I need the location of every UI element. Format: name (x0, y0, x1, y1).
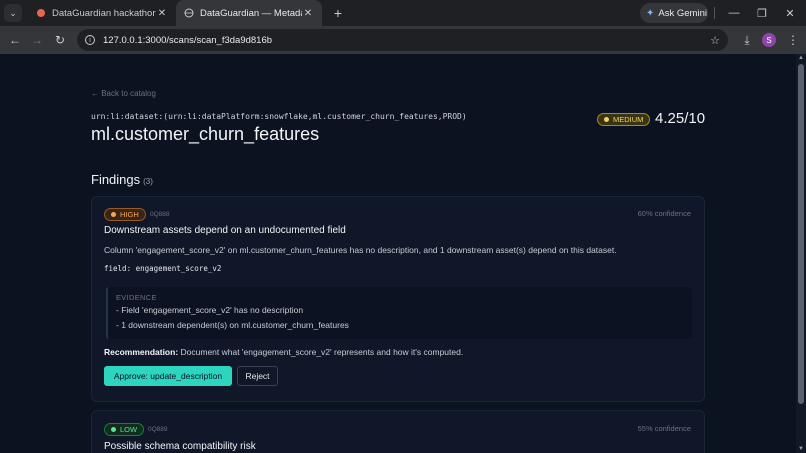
site-info-icon[interactable]: i (85, 35, 95, 45)
finding-severity-badge: HIGH (104, 208, 146, 221)
evidence-box: EVIDENCE - Field 'engagement_score_v2' h… (106, 287, 692, 339)
evidence-item: - 1 downstream dependent(s) on ml.custom… (116, 320, 349, 330)
finding-card: LOW 0Q889 55% confidence Possible schema… (91, 410, 705, 453)
back-arrow-icon[interactable]: ← (4, 29, 26, 51)
severity-badge: MEDIUM (597, 113, 651, 126)
globe-icon (184, 8, 194, 18)
restore-icon[interactable]: ❐ (748, 0, 776, 26)
finding-id: 0Q888 (150, 211, 170, 218)
recommendation-label: Recommendation: (104, 347, 179, 357)
address-bar[interactable]: i 127.0.0.1:3000/scans/scan_f3da9d816b ☆ (77, 29, 728, 51)
scroll-up-icon[interactable]: ▲ (797, 55, 805, 61)
finding-description: Column 'engagement_score_v2' on ml.custo… (104, 245, 617, 255)
new-tab-plus-icon[interactable]: + (328, 5, 348, 21)
forward-arrow-icon[interactable]: → (26, 29, 48, 51)
finding-id: 0Q889 (148, 426, 168, 433)
ask-gemini-button[interactable]: ✦ Ask Gemini (640, 3, 708, 23)
scroll-down-icon[interactable]: ▼ (797, 446, 805, 452)
finding-confidence: 55% confidence (637, 424, 691, 433)
findings-title: Findings (91, 172, 141, 187)
reload-icon[interactable]: ↻ (49, 29, 71, 51)
star-burst-icon (37, 9, 45, 17)
kebab-menu-icon[interactable]: ⋮ (782, 29, 804, 51)
dataset-urn: urn:li:dataset:(urn:li:dataPlatform:snow… (91, 112, 467, 121)
divider (714, 7, 715, 19)
tab-title: DataGuardian — Metadata-Aw (200, 7, 302, 19)
recommendation-text: Document what 'engagement_score_v2' repr… (178, 347, 464, 357)
bookmark-star-icon[interactable]: ☆ (710, 34, 720, 47)
severity-dot-icon (111, 212, 116, 217)
browser-tab-bar: ⌄ DataGuardian hackathon proje ✕ DataGua… (0, 0, 806, 26)
finding-card: HIGH 0Q888 60% confidence Downstream ass… (91, 196, 705, 402)
window-close-icon[interactable]: ✕ (776, 0, 804, 26)
page-scrollbar[interactable]: ▲ ▼ (796, 54, 806, 453)
close-icon[interactable]: ✕ (156, 8, 168, 19)
tab-title: DataGuardian hackathon proje (52, 7, 156, 19)
url-text: 127.0.0.1:3000/scans/scan_f3da9d816b (103, 34, 273, 46)
finding-title: Downstream assets depend on an undocumen… (104, 225, 346, 236)
recommendation: Recommendation: Document what 'engagemen… (104, 347, 463, 357)
profile-avatar[interactable]: S (762, 33, 776, 47)
finding-severity-label: HIGH (120, 210, 139, 219)
severity-dot-icon (604, 117, 609, 122)
minimize-icon[interactable]: — (720, 0, 748, 26)
scrollbar-thumb[interactable] (798, 64, 804, 404)
finding-severity-label: LOW (120, 425, 138, 434)
findings-heading: Findings (3) (91, 172, 153, 187)
browser-tab-1[interactable]: DataGuardian hackathon proje ✕ (28, 0, 176, 26)
tab-search-chevron-icon[interactable]: ⌄ (4, 4, 22, 22)
page-content: ← Back to catalog urn:li:dataset:(urn:li… (0, 54, 796, 453)
page-title: ml.customer_churn_features (91, 124, 320, 144)
download-icon[interactable]: ⤓ (736, 29, 758, 51)
finding-field: field: engagement_score_v2 (104, 264, 222, 273)
findings-count: (3) (143, 177, 153, 186)
back-to-catalog-link[interactable]: ← Back to catalog (91, 89, 156, 98)
severity-dot-icon (111, 427, 116, 432)
evidence-label: EVIDENCE (116, 293, 157, 302)
approve-button[interactable]: Approve: update_description (104, 366, 232, 386)
browser-toolbar: ← → ↻ i 127.0.0.1:3000/scans/scan_f3da9d… (0, 26, 806, 54)
evidence-item: - Field 'engagement_score_v2' has no des… (116, 305, 304, 315)
finding-confidence: 60% confidence (637, 209, 691, 218)
reject-button[interactable]: Reject (237, 366, 278, 386)
gemini-spark-icon: ✦ (646, 7, 655, 19)
ask-gemini-label: Ask Gemini (658, 7, 707, 19)
severity-label: MEDIUM (613, 115, 644, 124)
finding-severity-badge: LOW (104, 423, 145, 436)
close-icon[interactable]: ✕ (302, 8, 314, 19)
browser-tab-2[interactable]: DataGuardian — Metadata-Aw ✕ (176, 0, 322, 26)
finding-title: Possible schema compatibility risk (104, 441, 256, 452)
risk-score: 4.25/10 (655, 110, 706, 127)
